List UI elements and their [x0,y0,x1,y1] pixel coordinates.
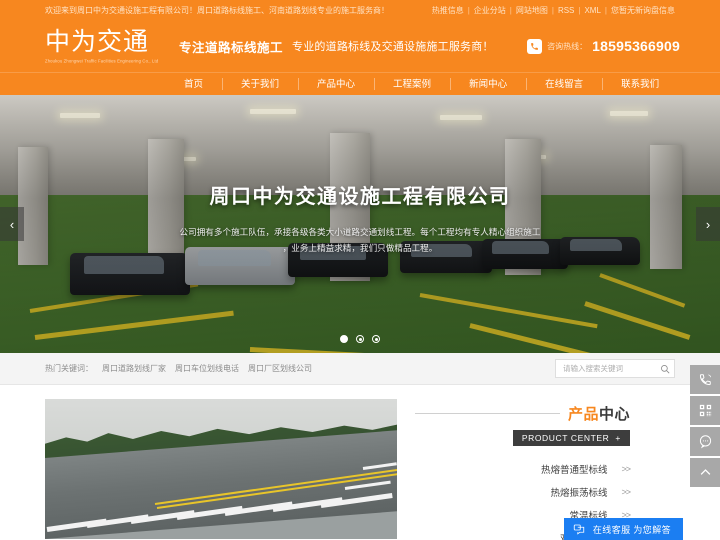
feature-image-column [45,399,397,540]
heading-rule [415,413,560,414]
top-link-separator: | [551,5,554,15]
side-tool-phone[interactable] [690,365,720,394]
product-title-accent: 产品 [567,406,599,423]
keyword-link-3[interactable]: 周口厂区划线公司 [248,363,312,374]
top-link-rss[interactable]: RSS [558,6,574,15]
keyword-link-2[interactable]: 周口车位划线电话 [175,363,239,374]
carousel-description-line1: 公司拥有多个施工队伍，承接各级各类大小道路交通划线工程。每个工程均有专人精心组织… [179,227,541,237]
phone-icon [699,374,711,386]
nav-item-contact[interactable]: 联系我们 [602,73,678,96]
carousel-description-line2: ，业务上精益求精，我们只做精品工程。 [282,242,438,253]
floating-side-toolbar [690,365,720,487]
side-tool-chat[interactable] [690,427,720,456]
product-title-dark: 中心 [598,406,630,423]
top-link-xml[interactable]: XML [584,6,600,15]
side-tool-qrcode[interactable] [690,396,720,425]
qr-code-icon [699,404,711,417]
carousel-dot-3[interactable] [372,335,380,343]
search-input[interactable] [563,364,660,373]
carousel-pagination [0,335,720,343]
top-announcement-bar: 欢迎来到周口中为交通设施工程有限公司！周口道路标线施工、河南道路划线专业的施工服… [0,0,720,20]
nav-item-cases[interactable]: 工程案例 [374,73,450,96]
search-box [555,359,675,378]
phone-icon [527,38,543,54]
product-center-subtitle: PRODUCT CENTER + [512,430,630,446]
carousel-next-button[interactable]: › [696,207,720,241]
welcome-text: 欢迎来到周口中为交通设施工程有限公司！周口道路标线施工、河南道路划线专业的施工服… [45,5,389,15]
keyword-search-bar: 热门关键词： 周口道路划线厂家 周口车位划线电话 周口厂区划线公司 [0,353,720,385]
product-item-label: 热熔普通型标线 [540,464,608,476]
nav-item-about[interactable]: 关于我们 [222,73,298,96]
scroll-top-icon [700,469,710,475]
slogan-primary: 专注道路标线施工 [179,40,284,55]
hot-keywords-label: 热门关键词： [45,364,93,373]
chevron-right-icon: › [705,216,711,232]
keyword-link-1[interactable]: 周口道路划线厂家 [102,363,166,374]
top-link-separator: | [604,5,607,15]
online-service-label: 在线客服 为您解答 [592,524,671,535]
plus-icon[interactable]: + [615,433,621,443]
main-navigation: 首页 关于我们 产品中心 工程案例 新闻中心 在线留言 联系我们 [0,72,720,95]
nav-item-home[interactable]: 首页 [165,73,222,96]
product-center-heading: 产品中心 [415,403,630,424]
phone-number: 18595366909 [592,38,680,54]
header-slogan: 专注道路标线施工 专业的道路标线及交通设施施工服务商！ [179,37,527,56]
carousel-description: 公司拥有多个施工队伍，承接各级各类大小道路交通划线工程。每个工程均有专人精心组织… [145,225,575,257]
product-subtitle-text: PRODUCT CENTER [521,433,610,443]
site-logo[interactable]: 中为交通 Zhoukou Zhongwei Traffic Facilities… [45,27,173,64]
chevron-double-right-icon: >> [621,486,630,497]
carousel-prev-button[interactable]: ‹ [0,207,24,241]
nav-item-message[interactable]: 在线留言 [526,73,602,96]
top-link-separator: | [509,5,512,15]
chevron-left-icon: ‹ [9,216,15,232]
top-link-hot-info[interactable]: 热推信息 [432,5,464,16]
search-icon [661,364,670,373]
phone-label: 咨询热线： [547,41,588,51]
side-tool-scroll-top[interactable] [690,458,720,487]
nav-item-news[interactable]: 新闻中心 [450,73,526,96]
main-content: 产品中心 PRODUCT CENTER + 热熔普通型标线 >> 热熔振荡标线 … [0,385,720,540]
carousel-title: 周口中为交通设施工程有限公司 [209,186,511,208]
search-button[interactable] [660,362,670,376]
top-link-branch-sites[interactable]: 企业分站 [474,5,506,16]
road-marking-photo [45,399,397,539]
product-item-hot-melt-rumble[interactable]: 热熔振荡标线 >> [415,480,630,503]
nav-item-products[interactable]: 产品中心 [298,73,374,96]
carousel-dot-1[interactable] [340,335,348,343]
carousel-caption: 周口中为交通设施工程有限公司 公司拥有多个施工队伍，承接各级各类大小道路交通划线… [0,180,720,257]
header-phone[interactable]: 咨询热线： 18595366909 [527,38,680,54]
carousel-dot-2[interactable] [356,335,364,343]
top-link-inquiry-status[interactable]: 您暂无新询盘信息 [611,5,675,16]
top-link-separator: | [578,5,581,15]
chat-icon [573,523,585,535]
top-utility-links: 热推信息 | 企业分站 | 网站地图 | RSS | XML | 您暂无新询盘信… [432,5,675,16]
top-link-sitemap[interactable]: 网站地图 [516,5,548,16]
chevron-double-right-icon: >> [621,463,630,474]
site-header: 中为交通 Zhoukou Zhongwei Traffic Facilities… [0,20,720,72]
chat-bubble-icon [699,435,711,449]
slogan-secondary: 专业的道路标线及交通设施施工服务商！ [292,41,494,53]
top-link-separator: | [467,5,470,15]
logo-english-text: Zhoukou Zhongwei Traffic Facilities Engi… [45,57,159,64]
product-center-title: 产品中心 [568,403,630,424]
logo-chinese-text: 中为交通 [45,27,150,57]
product-item-hot-melt-standard[interactable]: 热熔普通型标线 >> [415,457,631,480]
online-service-bar[interactable]: 在线客服 为您解答 [563,518,683,540]
product-item-label: 热熔振荡标线 [550,487,608,499]
hero-carousel: 周口中为交通设施工程有限公司 公司拥有多个施工队伍，承接各级各类大小道路交通划线… [0,95,720,353]
